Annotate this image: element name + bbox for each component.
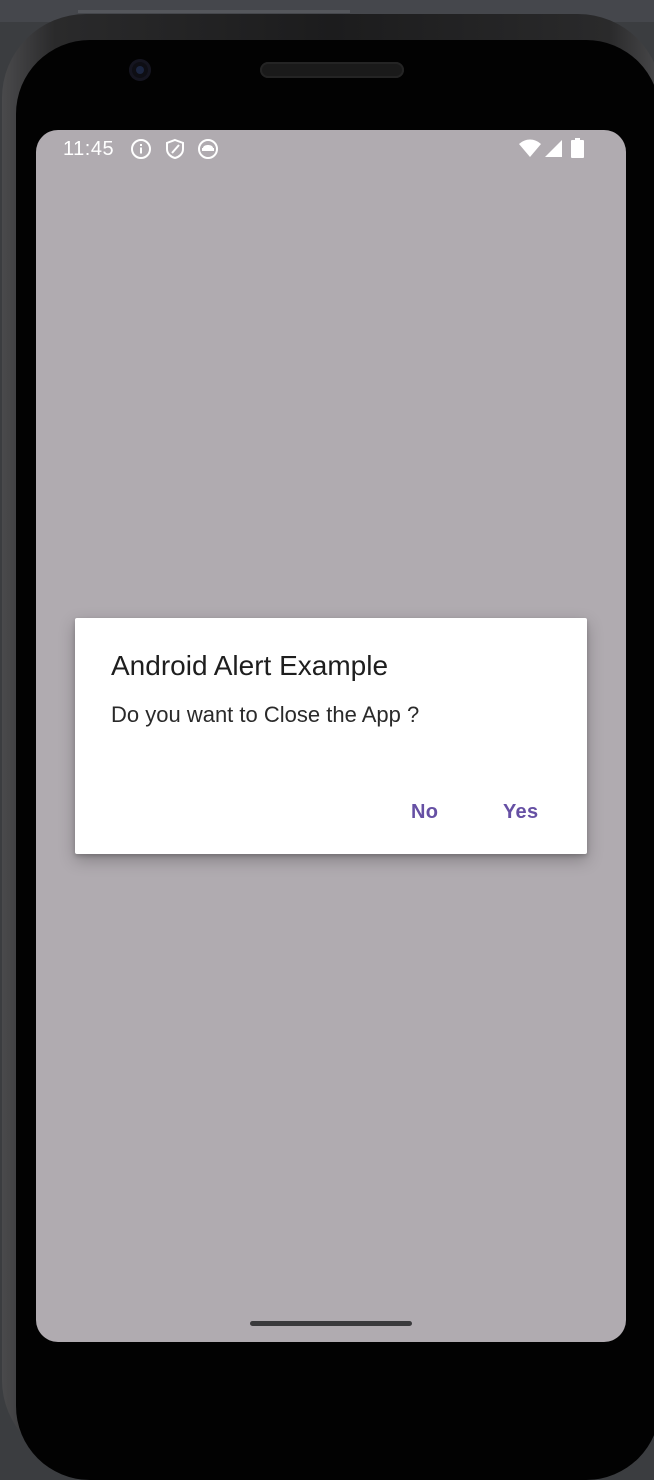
- wifi-icon: [518, 138, 542, 160]
- yes-button[interactable]: Yes: [495, 796, 546, 828]
- earpiece-speaker: [260, 62, 404, 78]
- status-time: 11:45: [63, 138, 115, 160]
- info-icon: [130, 138, 152, 160]
- status-bar: 11:45: [36, 130, 626, 168]
- gesture-navigation-bar[interactable]: [250, 1321, 412, 1326]
- dialog-message: Do you want to Close the App ?: [111, 702, 420, 727]
- cell-signal-icon: [543, 138, 565, 160]
- front-camera-icon: [129, 59, 151, 81]
- battery-icon: [570, 138, 586, 160]
- android-icon: [197, 138, 219, 160]
- dialog-title: Android Alert Example: [111, 650, 389, 681]
- no-button[interactable]: No: [403, 796, 446, 828]
- alert-dialog: Android Alert Example Do you want to Clo…: [75, 618, 587, 854]
- shield-icon: [164, 138, 186, 160]
